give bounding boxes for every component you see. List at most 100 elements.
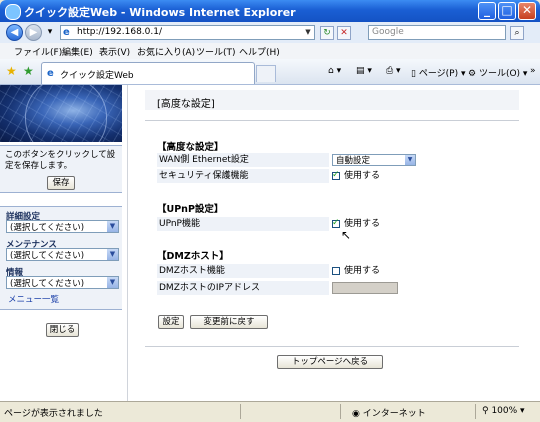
address-url: http://192.168.0.1/ [77,27,162,37]
wan-ethernet-row: WAN側 Ethernet設定 自動設定 ▼ [157,153,519,167]
address-dropdown-icon[interactable]: ▼ [303,27,313,38]
menu-bar: ファイル(F) 編集(E) 表示(V) お気に入り(A) ツール(T) ヘルプ(… [0,43,540,60]
ie-page-icon: e [63,27,70,38]
chevron-down-icon: ▼ [107,277,118,288]
dmz-row: DMZホスト機能 使用する [157,264,519,278]
zoom-level[interactable]: ⚲ 100% ▾ [482,406,525,416]
window-title: クイック設定Web - Windows Internet Explorer [24,6,296,19]
divider [475,404,476,419]
favorites-bar: ★ ★ e クイック設定Web ⌂ ▾ ▤ ▾ ⎙ ▾ ▯ ページ(P) ▾ ⚙… [0,59,540,85]
wan-ethernet-label: WAN側 Ethernet設定 [157,153,329,167]
dmz-ip-label: DMZホストのIPアドレス [157,281,329,295]
zone-label: インターネット [362,409,426,419]
advanced-settings-select-value: (選択してください) [10,223,85,233]
dmz-ip-value-cell [331,281,519,295]
tab-title: クイック設定Web [60,71,134,81]
menu-edit[interactable]: 編集(E) [62,45,93,58]
maintenance-select-value: (選択してください) [10,251,85,261]
back-button[interactable]: ◀ [6,24,23,41]
tab-page-icon: e [47,68,54,79]
status-bar: ページが表示されました ◉ インターネット ⚲ 100% ▾ [0,401,540,422]
back-to-top-button[interactable]: トップページへ戻る [277,355,383,369]
save-note-text: このボタンをクリックして設定を保存します。 [5,150,116,171]
set-button[interactable]: 設定 [158,315,184,329]
print-icon[interactable]: ⎙ ▾ [386,66,401,76]
forward-button[interactable]: ▶ [25,24,42,41]
zoom-value: 100% [491,406,518,416]
menu-view[interactable]: 表示(V) [99,45,130,58]
address-field[interactable]: e http://192.168.0.1/ ▼ [60,25,315,40]
add-favorite-icon[interactable]: ★ [23,64,34,78]
save-note-box: このボタンをクリックして設定を保存します。 保存 [0,145,122,193]
upnp-row: UPnP機能 使用する [157,216,519,231]
divider [240,404,241,419]
new-tab-button[interactable] [256,65,276,82]
mouse-cursor-icon: ↖ [341,228,352,242]
chevron-down-icon: ▼ [405,155,415,165]
page-menu[interactable]: ▯ ページ(P) ▾ [411,66,466,79]
menu-list-link[interactable]: メニュー一覧 [8,293,59,305]
maximize-button[interactable]: □ [498,2,516,20]
chevron-down-icon: ▼ [107,249,118,260]
globe-banner-image [0,85,122,142]
wan-ethernet-select-value: 自動設定 [336,156,371,166]
divider [145,346,519,347]
menu-favorites[interactable]: お気に入り(A) [137,45,195,58]
tools-menu[interactable]: ⚙ ツール(O) ▾ [468,66,527,79]
section-dmz-title: 【DMZホスト】 [157,251,229,262]
favorites-star-icon[interactable]: ★ [6,64,17,78]
dmz-checkbox[interactable] [332,267,340,275]
section-advanced-title: 【高度な設定】 [157,142,224,153]
stop-icon[interactable]: ✕ [337,26,351,40]
search-icon[interactable]: ⌕ [510,26,524,40]
close-page-button[interactable]: 閉じる [46,323,79,337]
wan-ethernet-value-cell: 自動設定 ▼ [331,153,519,167]
security-value-cell: 使用する [331,168,519,183]
save-button[interactable]: 保存 [47,176,75,190]
search-input[interactable]: Google [368,25,506,40]
security-checkbox-label: 使用する [344,171,381,181]
tools-menu-label: ツール(O) [478,69,521,79]
app-icon [5,4,21,20]
internet-zone: ◉ インターネット [352,409,426,419]
dmz-ip-row: DMZホストのIPアドレス [157,281,519,295]
minimize-button[interactable]: _ [478,2,496,20]
upnp-value-cell: 使用する [331,216,519,231]
browser-window: クイック設定Web - Windows Internet Explorer _ … [0,0,540,422]
security-row: セキュリティ保護機能 使用する [157,168,519,183]
divider [145,120,519,121]
tab-quick-settings[interactable]: e クイック設定Web [41,62,255,84]
divider [340,404,341,419]
advanced-settings-select[interactable]: (選択してください) ▼ [6,220,119,233]
page-title-bar: [高度な設定] [145,90,519,110]
dmz-ip-input[interactable] [332,282,398,294]
banner-globe [25,85,107,142]
status-text: ページが表示されました [4,409,103,419]
close-button[interactable]: ✕ [518,2,536,20]
search-placeholder: Google [372,27,404,37]
refresh-icon[interactable]: ↻ [320,26,334,40]
section-upnp-title: 【UPnP設定】 [157,204,224,215]
maintenance-select[interactable]: (選択してください) ▼ [6,248,119,261]
dmz-value-cell: 使用する [331,264,519,278]
info-select-value: (選択してください) [10,279,85,289]
chevron-down-icon: ▼ [107,221,118,232]
address-toolbar: ◀ ▶ ▾ e http://192.168.0.1/ ▼ ↻ ✕ Google… [0,22,540,44]
dmz-checkbox-label: 使用する [344,266,381,276]
revert-button[interactable]: 変更前に戻す [190,315,268,329]
security-checkbox[interactable] [332,168,340,182]
wan-ethernet-select[interactable]: 自動設定 ▼ [332,154,416,166]
menu-file[interactable]: ファイル(F) [14,45,62,58]
page-title: [高度な設定] [157,99,215,110]
history-dropdown-icon[interactable]: ▾ [43,26,57,40]
menu-tools[interactable]: ツール(T) [196,45,236,58]
menu-help[interactable]: ヘルプ(H) [239,45,280,58]
info-select[interactable]: (選択してください) ▼ [6,276,119,289]
title-bar: クイック設定Web - Windows Internet Explorer _ … [0,0,540,22]
toolbar-overflow-icon[interactable]: » [530,66,536,76]
page-menu-label: ページ(P) [418,69,459,79]
sidebar: このボタンをクリックして設定を保存します。 保存 詳細設定 (選択してください)… [0,85,128,401]
home-icon[interactable]: ⌂ ▾ [328,66,341,76]
feeds-icon[interactable]: ▤ ▾ [356,66,372,76]
upnp-checkbox[interactable] [332,216,340,230]
